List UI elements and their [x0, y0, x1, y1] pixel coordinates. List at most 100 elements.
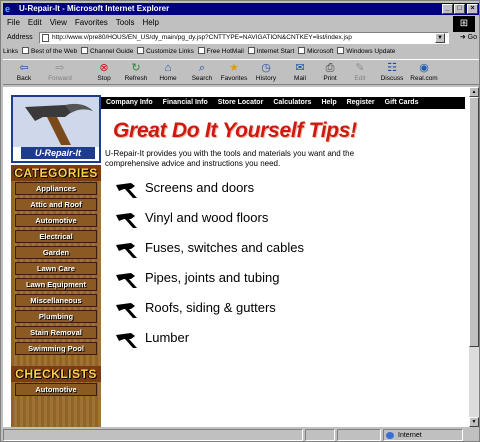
- link-channel-guide[interactable]: Channel Guide: [80, 46, 135, 58]
- maximize-button[interactable]: □: [454, 4, 465, 14]
- tip-item[interactable]: Fuses, switches and cables: [115, 239, 415, 269]
- category-electrical[interactable]: Electrical: [15, 230, 97, 243]
- tip-item[interactable]: Lumber: [115, 329, 415, 359]
- realcom-button[interactable]: ◉ Real.com: [407, 61, 441, 85]
- tip-label: Fuses, switches and cables: [145, 240, 304, 255]
- title-bar: e U-Repair-It - Microsoft Internet Explo…: [3, 3, 479, 15]
- tip-label: Pipes, joints and tubing: [145, 270, 280, 285]
- menu-favorites[interactable]: Favorites: [71, 16, 112, 29]
- hammer-bullet-icon: [116, 243, 137, 258]
- status-progress: [305, 429, 335, 441]
- site-logo[interactable]: U-Repair-It: [11, 95, 101, 163]
- category-garden[interactable]: Garden: [15, 246, 97, 259]
- edit-button[interactable]: ✎ Edit: [343, 61, 377, 85]
- link-customize-links[interactable]: Customize Links: [137, 46, 196, 58]
- menu-bar: File Edit View Favorites Tools Help: [3, 16, 479, 29]
- forward-arrow-icon: ⇨: [55, 62, 65, 74]
- category-swimming-pool[interactable]: Swimming Pool: [15, 342, 97, 355]
- category-attic-roof[interactable]: Attic and Roof: [15, 198, 97, 211]
- category-automotive[interactable]: Automotive: [15, 214, 97, 227]
- print-button[interactable]: ⎙ Print: [313, 61, 347, 85]
- checklist-automotive[interactable]: Automotive: [15, 383, 97, 396]
- link-label: Internet Start: [256, 48, 295, 55]
- page-headline: Great Do It Yourself Tips!: [113, 119, 357, 142]
- tip-item[interactable]: Pipes, joints and tubing: [115, 269, 415, 299]
- history-button[interactable]: ◷ History: [249, 61, 283, 85]
- mail-button[interactable]: ✉ Mail: [283, 61, 317, 85]
- category-plumbing[interactable]: Plumbing: [15, 310, 97, 323]
- hammer-bullet-icon: [116, 183, 137, 198]
- nav-register[interactable]: Register: [342, 97, 380, 109]
- ie-icon: e: [5, 4, 11, 14]
- link-label: Free HotMail: [206, 48, 244, 55]
- address-input[interactable]: http://www.v/pre80/HOUS/EN_US/dy_main/pg…: [39, 32, 449, 44]
- favorites-label: Favorites: [220, 75, 248, 82]
- vertical-scrollbar[interactable]: ▲ ▼: [469, 87, 479, 427]
- link-microsoft[interactable]: Microsoft: [298, 46, 335, 58]
- menu-edit[interactable]: Edit: [24, 16, 46, 29]
- go-label: Go: [467, 34, 477, 41]
- search-button[interactable]: ⌕ Search: [185, 61, 219, 85]
- search-icon: ⌕: [198, 62, 206, 74]
- tip-label: Lumber: [145, 330, 190, 345]
- link-label: Channel Guide: [89, 48, 134, 55]
- tip-item[interactable]: Screens and doors: [115, 179, 415, 209]
- mail-label: Mail: [294, 75, 306, 82]
- minimize-button[interactable]: _: [442, 4, 453, 14]
- link-windows-update[interactable]: Windows Update: [337, 46, 397, 58]
- print-label: Print: [323, 75, 337, 82]
- category-appliances[interactable]: Appliances: [15, 182, 97, 195]
- go-button[interactable]: ➜ Go: [460, 31, 477, 45]
- forward-button[interactable]: ⇨ Forward: [43, 61, 77, 85]
- menu-view[interactable]: View: [46, 16, 71, 29]
- back-label: Back: [16, 75, 32, 82]
- browser-window: e U-Repair-It - Microsoft Internet Explo…: [0, 0, 480, 442]
- edit-icon: ✎: [355, 62, 365, 74]
- intro-text: U-Repair-It provides you with the tools …: [105, 149, 355, 168]
- link-free-hotmail[interactable]: Free HotMail: [197, 46, 246, 58]
- scroll-down-icon[interactable]: ▼: [469, 417, 479, 427]
- link-icon: [298, 47, 306, 54]
- link-icon: [137, 47, 145, 54]
- menu-tools[interactable]: Tools: [112, 16, 139, 29]
- close-button[interactable]: ×: [467, 4, 478, 14]
- category-miscellaneous[interactable]: Miscellaneous: [15, 294, 97, 307]
- link-internet-start[interactable]: Internet Start: [247, 46, 297, 58]
- hammer-bullet-icon: [116, 213, 137, 228]
- address-dropdown-icon[interactable]: ▼: [435, 33, 445, 43]
- nav-company-info[interactable]: Company Info: [101, 97, 158, 109]
- refresh-button[interactable]: ↻ Refresh: [119, 61, 153, 85]
- favorites-icon: ★: [229, 62, 239, 74]
- stop-icon: ⊗: [99, 62, 109, 74]
- scroll-thumb[interactable]: [469, 97, 479, 347]
- stop-button[interactable]: ⊗ Stop: [87, 61, 121, 85]
- nav-help[interactable]: Help: [316, 97, 341, 109]
- edit-label: Edit: [354, 75, 366, 82]
- nav-calculators[interactable]: Calculators: [268, 97, 316, 109]
- menu-help[interactable]: Help: [138, 16, 162, 29]
- tip-label: Vinyl and wood floors: [145, 210, 269, 225]
- category-stain-removal[interactable]: Stain Removal: [15, 326, 97, 339]
- favorites-button[interactable]: ★ Favorites: [217, 61, 251, 85]
- discuss-button[interactable]: ☷ Discuss: [375, 61, 409, 85]
- home-button[interactable]: ⌂ Home: [151, 61, 185, 85]
- status-secure: [337, 429, 381, 441]
- nav-store-locator[interactable]: Store Locator: [213, 97, 269, 109]
- tip-item[interactable]: Vinyl and wood floors: [115, 209, 415, 239]
- logo-name: U-Repair-It: [21, 147, 95, 159]
- nav-gift-cards[interactable]: Gift Cards: [380, 97, 424, 109]
- address-bar: Address http://www.v/pre80/HOUS/EN_US/dy…: [3, 31, 479, 45]
- menu-file[interactable]: File: [3, 16, 24, 29]
- scroll-up-icon[interactable]: ▲: [469, 87, 479, 97]
- hammer-bullet-icon: [116, 273, 137, 288]
- back-button[interactable]: ⇦ Back: [7, 61, 41, 85]
- history-icon: ◷: [261, 62, 271, 74]
- home-icon: ⌂: [164, 62, 172, 74]
- nav-financial-info[interactable]: Financial Info: [158, 97, 213, 109]
- tip-label: Screens and doors: [145, 180, 255, 195]
- tip-item[interactable]: Roofs, siding & gutters: [115, 299, 415, 329]
- category-lawn-care[interactable]: Lawn Care: [15, 262, 97, 275]
- category-lawn-equipment[interactable]: Lawn Equipment: [15, 278, 97, 291]
- link-best-of-web[interactable]: Best of the Web: [22, 46, 79, 58]
- link-icon: [247, 47, 255, 54]
